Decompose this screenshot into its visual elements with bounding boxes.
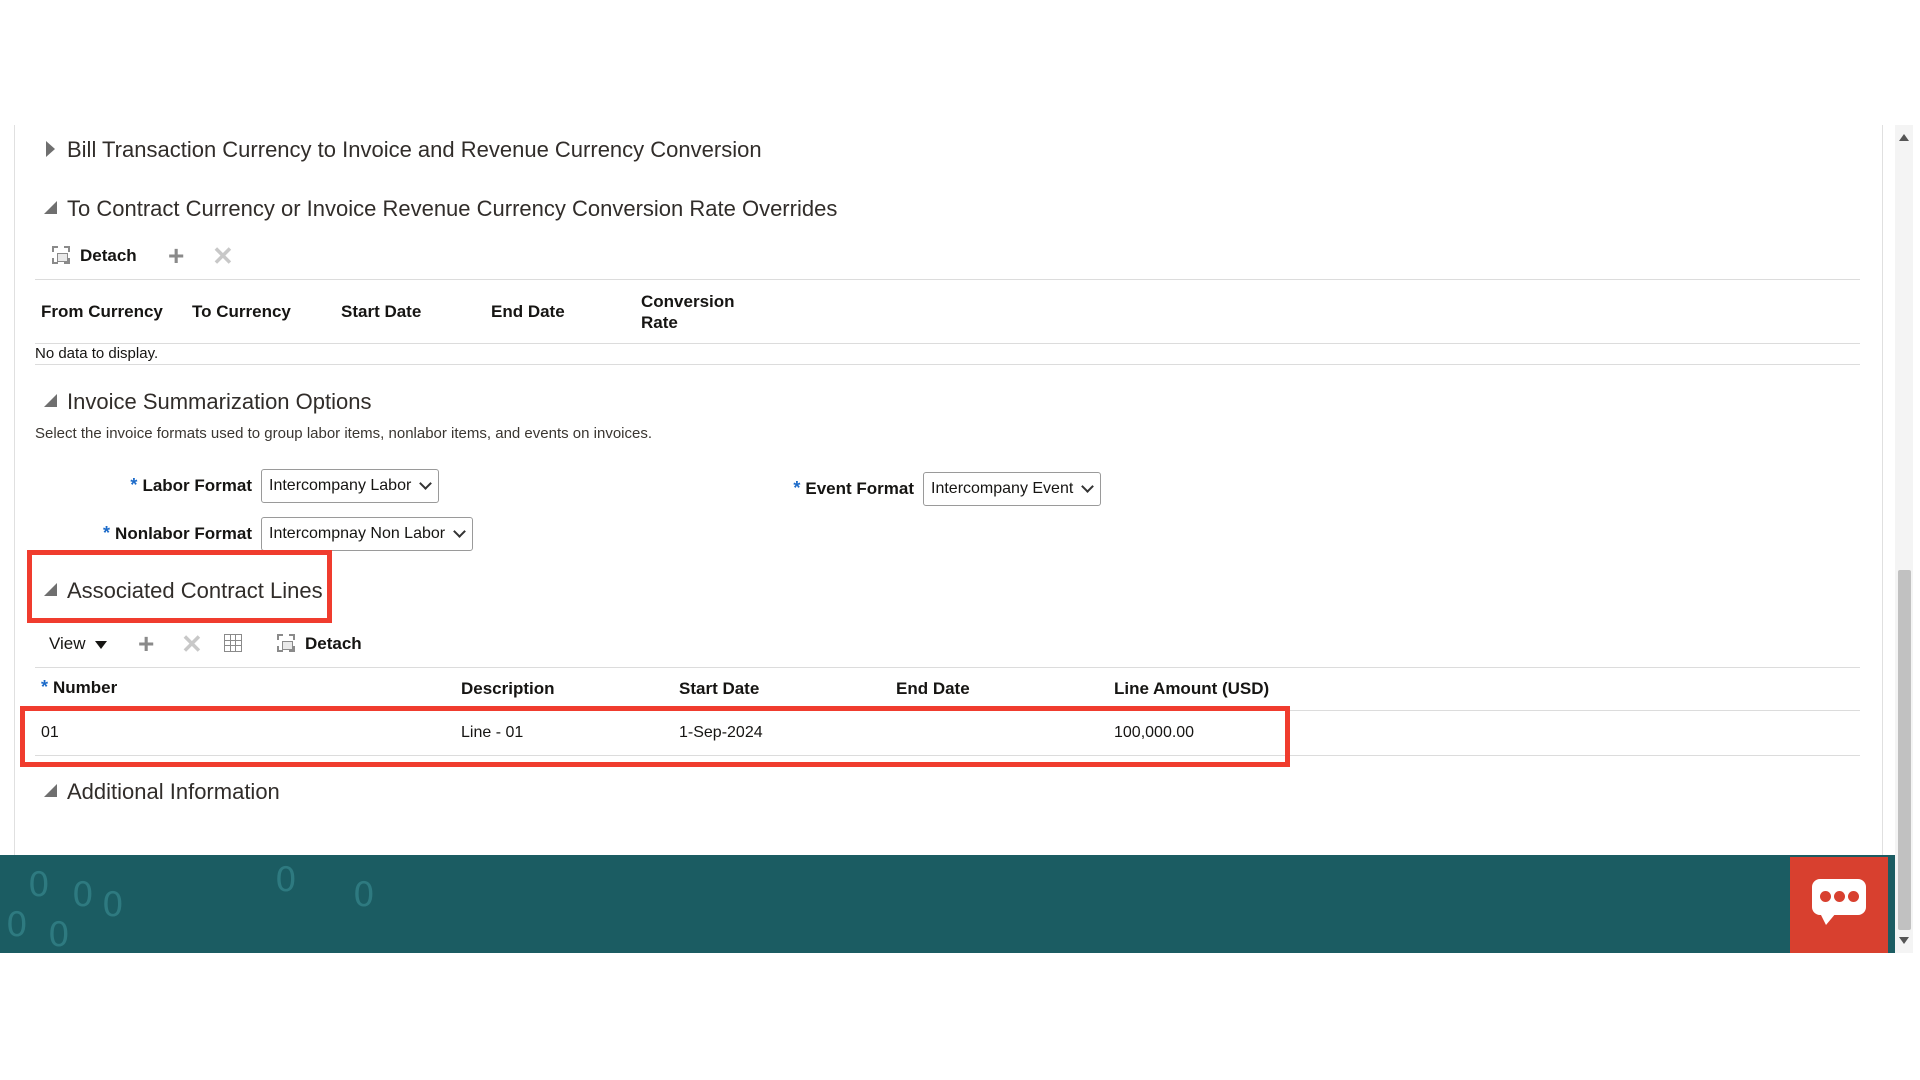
column-header-number-text: Number	[53, 678, 118, 697]
collapse-triangle-icon[interactable]	[44, 784, 57, 797]
delete-icon: ✕	[212, 241, 234, 271]
detach-icon[interactable]	[277, 634, 295, 652]
footer-pattern: 0	[102, 885, 124, 925]
nonlabor-format-value: Intercompnay Non Labor	[269, 525, 446, 542]
footer-pattern: 0	[275, 860, 297, 900]
delete-icon: ✕	[181, 629, 203, 659]
nonlabor-format-select[interactable]: Intercompnay Non Labor	[261, 517, 473, 551]
view-menu-button[interactable]: View	[49, 634, 107, 654]
column-header-start-date[interactable]: Start Date	[679, 678, 759, 699]
column-header-conversion: Conversion	[641, 292, 735, 311]
empty-message: No data to display.	[35, 345, 159, 362]
event-format-label: * Event Format	[760, 478, 914, 499]
collapse-triangle-icon[interactable]	[44, 201, 57, 214]
column-header-from-currency[interactable]: From Currency	[41, 301, 163, 322]
section-title-invoice-summarization[interactable]: Invoice Summarization Options	[67, 389, 371, 415]
chat-icon	[1812, 879, 1866, 925]
column-header-end-date[interactable]: End Date	[491, 301, 565, 322]
divider	[35, 343, 1860, 344]
caret-down-icon	[94, 640, 107, 649]
chevron-down-icon	[1081, 480, 1094, 493]
detach-button[interactable]: Detach	[80, 246, 137, 266]
scrollbar-thumb[interactable]	[1898, 570, 1911, 930]
column-header-conversion-rate[interactable]: Conversion Rate	[641, 291, 735, 333]
footer-pattern: 0	[48, 915, 70, 953]
labor-format-label-text: Labor Format	[142, 476, 252, 495]
required-indicator: *	[793, 478, 801, 498]
chat-dot	[1834, 891, 1845, 902]
labor-format-value: Intercompany Labor	[269, 477, 412, 494]
column-header-end-date[interactable]: End Date	[896, 678, 970, 699]
expand-triangle-icon[interactable]	[46, 141, 55, 157]
detach-button[interactable]: Detach	[305, 634, 362, 654]
chat-button[interactable]	[1790, 857, 1888, 953]
footer-pattern: 0	[6, 905, 28, 945]
section-title-additional-information[interactable]: Additional Information	[67, 779, 280, 805]
labor-format-label: * Labor Format	[80, 475, 252, 496]
divider	[35, 667, 1860, 668]
chevron-down-icon	[453, 525, 466, 538]
detach-icon[interactable]	[52, 246, 70, 264]
event-format-label-text: Event Format	[805, 479, 914, 498]
required-indicator: *	[41, 677, 49, 697]
section-title-bill-conversion[interactable]: Bill Transaction Currency to Invoice and…	[67, 137, 762, 163]
event-format-value: Intercompany Event	[931, 480, 1074, 497]
section-title-rate-overrides[interactable]: To Contract Currency or Invoice Revenue …	[67, 196, 837, 222]
event-format-select[interactable]: Intercompany Event	[923, 472, 1101, 506]
footer-pattern: 0	[72, 875, 94, 915]
divider	[35, 279, 1860, 280]
scroll-down-arrow[interactable]	[1899, 937, 1909, 944]
page-footer: 0 0 0 0 0 0 0	[0, 855, 1895, 953]
column-header-line-amount[interactable]: Line Amount (USD)	[1114, 678, 1269, 699]
nonlabor-format-label-text: Nonlabor Format	[115, 524, 252, 543]
footer-pattern: 0	[353, 875, 375, 915]
labor-format-select[interactable]: Intercompany Labor	[261, 469, 439, 503]
add-icon[interactable]: +	[168, 242, 184, 270]
chevron-down-icon	[419, 477, 432, 490]
nonlabor-format-label: * Nonlabor Format	[80, 523, 252, 544]
highlight-box-section-title	[27, 550, 332, 623]
collapse-triangle-icon[interactable]	[44, 394, 57, 407]
chat-dot	[1848, 891, 1859, 902]
view-menu-label: View	[49, 634, 86, 653]
required-indicator: *	[103, 523, 111, 543]
column-header-description[interactable]: Description	[461, 678, 555, 699]
footer-pattern: 0	[28, 865, 50, 905]
add-icon[interactable]: +	[138, 630, 154, 658]
column-header-rate: Rate	[641, 313, 678, 332]
scroll-up-arrow[interactable]	[1899, 134, 1909, 141]
divider	[35, 364, 1860, 365]
highlight-box-row	[20, 706, 1290, 767]
required-indicator: *	[130, 475, 138, 495]
column-header-start-date[interactable]: Start Date	[341, 301, 421, 322]
column-header-to-currency[interactable]: To Currency	[192, 301, 291, 322]
column-header-number[interactable]: * Number	[41, 677, 117, 698]
section-description: Select the invoice formats used to group…	[35, 425, 652, 442]
chat-dot	[1820, 891, 1831, 902]
freeze-icon[interactable]	[224, 634, 242, 652]
